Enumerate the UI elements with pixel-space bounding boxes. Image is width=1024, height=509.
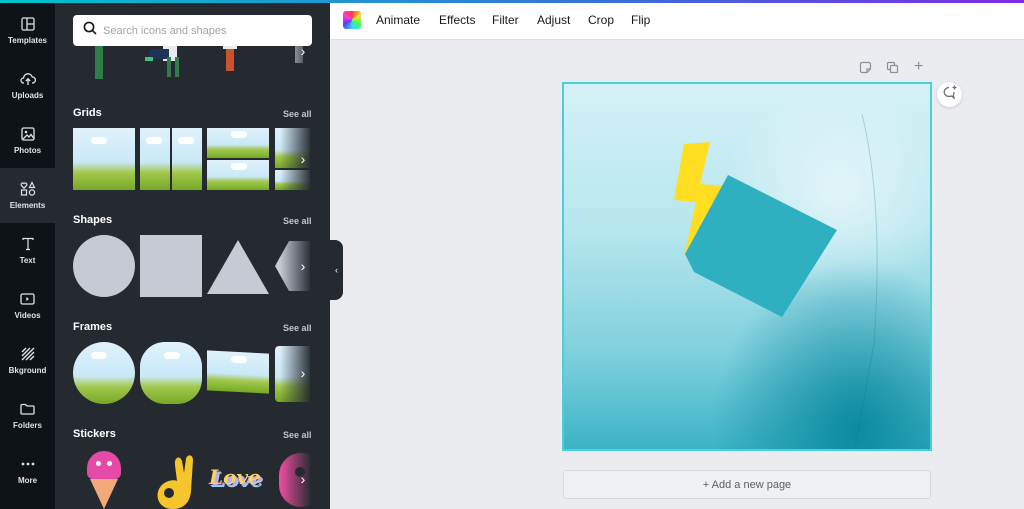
shapes-row: ›: [73, 235, 310, 297]
upload-cloud-icon: [19, 71, 36, 87]
sidebar-item-label: More: [17, 476, 38, 485]
section-title-frames: Frames: [73, 321, 113, 333]
sidebar-item-label: Videos: [14, 311, 41, 320]
color-picker-button[interactable]: [343, 11, 361, 29]
shape-triangle[interactable]: [207, 240, 269, 294]
templates-icon: [20, 16, 36, 32]
grid-two-row-bottom[interactable]: [207, 160, 269, 190]
sidebar-item-text[interactable]: Text: [0, 223, 55, 278]
toolbar-effects-button[interactable]: Effects: [439, 13, 475, 27]
toolbar-filter-button[interactable]: Filter: [492, 13, 519, 27]
toolbar-flip-button[interactable]: Flip: [631, 13, 650, 27]
sidebar-item-label: Elements: [9, 201, 46, 210]
chevron-left-icon: ‹: [335, 265, 338, 275]
shape-circle[interactable]: [73, 235, 135, 297]
search-box[interactable]: [73, 15, 312, 46]
see-all-frames-link[interactable]: See all: [283, 323, 312, 333]
sidebar-item-templates[interactable]: Templates: [0, 3, 55, 58]
text-icon: [20, 236, 36, 252]
add-new-page-button[interactable]: + Add a new page: [563, 470, 931, 499]
grid-single[interactable]: [73, 128, 135, 190]
see-all-grids-link[interactable]: See all: [283, 109, 312, 119]
sidebar-item-elements[interactable]: Elements: [0, 168, 55, 223]
sidebar-item-label: Photos: [13, 146, 42, 155]
more-icon: [20, 456, 36, 472]
elements-icon: [20, 181, 36, 197]
grid-two-row-top[interactable]: [207, 128, 269, 158]
sidebar-item-label: Bkground: [8, 366, 47, 375]
sidebar-item-folders[interactable]: Folders: [0, 388, 55, 443]
grids-row: ›: [73, 128, 310, 190]
frame-circle[interactable]: [73, 342, 135, 404]
sticker-ice-cream[interactable]: [87, 451, 121, 509]
frames-row: ›: [73, 342, 310, 404]
toolbar-adjust-button[interactable]: Adjust: [537, 13, 570, 27]
sidebar-item-more[interactable]: More: [0, 443, 55, 498]
search-icon: [83, 21, 97, 40]
grid-two-col-right[interactable]: [172, 128, 202, 190]
sidebar-rail: Templates Uploads Photos Elements Text V…: [0, 3, 55, 509]
elements-panel: › Grids See all › Shapes See all › Frame…: [55, 3, 330, 509]
shape-square[interactable]: [140, 235, 202, 297]
search-input[interactable]: [103, 24, 293, 37]
sidebar-item-uploads[interactable]: Uploads: [0, 58, 55, 113]
sidebar-item-background[interactable]: Bkground: [0, 333, 55, 388]
see-all-shapes-link[interactable]: See all: [283, 216, 312, 226]
add-note-icon[interactable]: [859, 61, 872, 77]
video-icon: [20, 291, 36, 307]
chevron-right-icon[interactable]: ›: [296, 471, 310, 487]
sticker-ok-hand[interactable]: [153, 451, 195, 509]
chevron-right-icon[interactable]: ›: [296, 365, 310, 381]
toolbar-animate-button[interactable]: Animate: [376, 13, 420, 27]
frame-scalloped[interactable]: [140, 342, 202, 404]
comment-plus-icon: [942, 85, 958, 105]
toolbar-crop-button[interactable]: Crop: [588, 13, 614, 27]
chevron-right-icon[interactable]: ›: [296, 258, 310, 274]
sidebar-item-label: Folders: [13, 421, 42, 430]
see-all-stickers-link[interactable]: See all: [283, 430, 312, 440]
section-title-stickers: Stickers: [73, 428, 116, 440]
section-title-shapes: Shapes: [73, 214, 113, 226]
collapse-panel-button[interactable]: ‹: [330, 240, 343, 300]
canvas-elements: [674, 113, 878, 449]
sidebar-item-label: Templates: [8, 36, 47, 45]
chevron-right-icon[interactable]: ›: [296, 151, 310, 167]
add-comment-button[interactable]: [937, 82, 962, 107]
sticker-love-text[interactable]: Love: [209, 465, 261, 489]
editor-toolbar: Animate Effects Filter Adjust Crop Flip: [330, 3, 1024, 40]
texture-crack: [854, 113, 878, 449]
add-page-plus-icon[interactable]: +: [914, 58, 923, 76]
frame-tilted-rectangle[interactable]: [207, 350, 269, 394]
background-icon: [20, 346, 36, 362]
folder-icon: [20, 401, 36, 417]
duplicate-page-icon[interactable]: [886, 61, 899, 77]
stickers-row: Love ›: [73, 449, 310, 509]
photo-icon: [20, 126, 36, 142]
grid-two-col-left[interactable]: [140, 128, 170, 190]
sidebar-item-photos[interactable]: Photos: [0, 113, 55, 168]
design-canvas[interactable]: [562, 82, 932, 451]
sidebar-item-label: Uploads: [11, 91, 44, 100]
sidebar-item-label: Text: [19, 256, 36, 265]
section-title-grids: Grids: [73, 107, 102, 119]
sidebar-item-videos[interactable]: Videos: [0, 278, 55, 333]
